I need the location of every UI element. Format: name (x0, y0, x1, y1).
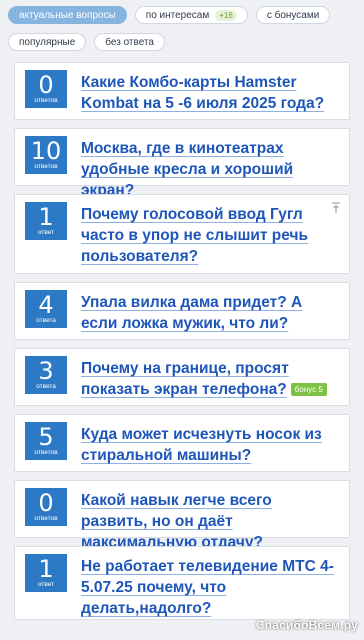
question-title-link[interactable]: Не работает телевидение МТС 4-5.07.25 по… (81, 554, 339, 619)
filter-bonuses-label: с бонусами (266, 9, 320, 21)
filter-unanswered-label: без ответа (105, 36, 154, 48)
question-card: 4 ответа Упала вилка дама придет? А если… (14, 282, 350, 340)
filter-bar: актуальные вопросы по интересам +16 с бон… (0, 0, 364, 51)
answer-count: 0 (38, 70, 54, 99)
answer-count-label: ответов (34, 514, 58, 522)
answer-count-badge[interactable]: 1 ответ (25, 202, 67, 240)
question-card: 0 ответов Какие Комбо-карты Hamster Komb… (14, 62, 350, 120)
question-title-link[interactable]: Почему на границе, просят показать экран… (81, 360, 289, 398)
answer-count: 5 (38, 422, 54, 451)
answer-count-label: ответ (37, 580, 55, 588)
answer-count-badge[interactable]: 0 ответов (25, 488, 67, 526)
filter-unanswered[interactable]: без ответа (94, 33, 165, 51)
question-title-link[interactable]: Какие Комбо-карты Hamster Kombat на 5 -6… (81, 70, 339, 114)
answer-count: 3 (38, 356, 54, 385)
answer-count-label: ответов (34, 96, 58, 104)
answer-count: 0 (38, 488, 54, 517)
question-card: 0 ответов Какой навык легче всего развит… (14, 480, 350, 551)
question-title-link[interactable]: Куда может исчезнуть носок из стиральной… (81, 422, 339, 466)
filter-actual-label: актуальные вопросы (19, 9, 116, 21)
pin-icon[interactable] (331, 202, 341, 214)
question-card: 10 ответов Москва, где в кинотеатрах удо… (14, 128, 350, 199)
answer-count-badge[interactable]: 1 ответ (25, 554, 67, 592)
answer-count-badge[interactable]: 0 ответов (25, 70, 67, 108)
question-title-link[interactable]: Упала вилка дама придет? А если ложка му… (81, 290, 339, 334)
question-title-wrap: Почему на границе, просят показать экран… (81, 356, 339, 400)
answer-count: 4 (38, 290, 54, 319)
question-title-link[interactable]: Какой навык легче всего развить, но он д… (81, 488, 339, 553)
question-title-link[interactable]: Москва, где в кинотеатрах удобные кресла… (81, 136, 339, 201)
answer-count: 1 (38, 202, 54, 231)
question-card: 3 ответа Почему на границе, просят показ… (14, 348, 350, 406)
answer-count-badge[interactable]: 4 ответа (25, 290, 67, 328)
filter-popular[interactable]: популярные (8, 33, 87, 51)
question-card: 1 ответ Не работает телевидение МТС 4-5.… (14, 546, 350, 620)
filter-bonuses[interactable]: с бонусами (255, 6, 331, 24)
answer-count: 1 (38, 554, 54, 583)
filter-interests-label: по интересам (145, 9, 210, 21)
answer-count: 10 (30, 136, 62, 165)
answer-count-badge[interactable]: 10 ответов (25, 136, 67, 174)
filter-popular-label: популярные (19, 36, 76, 48)
answer-count-label: ответ (37, 228, 55, 236)
answer-count-badge[interactable]: 5 ответов (25, 422, 67, 460)
filter-interests-count: +16 (215, 9, 237, 21)
question-card: 5 ответов Куда может исчезнуть носок из … (14, 414, 350, 472)
question-card: 1 ответ Почему голосовой ввод Гугл часто… (14, 194, 350, 274)
answer-count-label: ответа (36, 316, 56, 324)
site-watermark: СпасибоВсем.ру (255, 618, 358, 632)
question-title-link[interactable]: Почему голосовой ввод Гугл часто в упор … (81, 202, 339, 267)
bonus-badge: бонус 5 (290, 383, 327, 397)
question-list: 0 ответов Какие Комбо-карты Hamster Komb… (14, 62, 350, 628)
answer-count-badge[interactable]: 3 ответа (25, 356, 67, 394)
answer-count-label: ответов (34, 162, 58, 170)
filter-interests[interactable]: по интересам +16 (134, 6, 248, 24)
filter-actual[interactable]: актуальные вопросы (8, 6, 127, 24)
answer-count-label: ответов (34, 448, 58, 456)
answer-count-label: ответа (36, 382, 56, 390)
